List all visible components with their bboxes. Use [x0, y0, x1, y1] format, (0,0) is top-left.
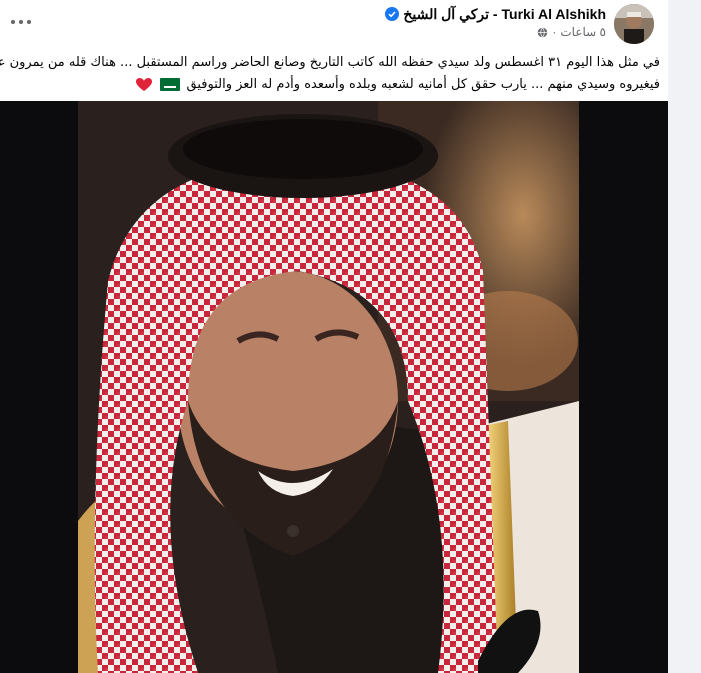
red-heart-emoji — [136, 77, 153, 91]
post-meta-row: ٥ ساعات · — [537, 24, 606, 40]
post-body: في مثل هذا اليوم ٣١ اغسطس ولد سيدي حفظه … — [0, 52, 660, 96]
author-name[interactable]: Turki Al Alshikh - تركي آل الشيخ — [403, 6, 606, 23]
post-text-line-2: فيغيروه وسيدي منهم ... يارب حقق كل أماني… — [186, 77, 660, 92]
verified-badge-icon — [385, 7, 400, 21]
post-text-line-2-wrap: فيغيروه وسيدي منهم ... يارب حقق كل أماني… — [6, 74, 660, 96]
post-timestamp[interactable]: ٥ ساعات — [560, 25, 606, 39]
saudi-flag-emoji — [160, 78, 181, 91]
author-avatar[interactable] — [614, 4, 654, 44]
post-text-line-1: في مثل هذا اليوم ٣١ اغسطس ولد سيدي حفظه … — [0, 55, 660, 70]
globe-icon[interactable] — [537, 27, 548, 38]
post-card: Turki Al Alshikh - تركي آل الشيخ ٥ ساعات… — [0, 0, 668, 673]
feed-background-strip — [668, 0, 701, 673]
author-name-row: Turki Al Alshikh - تركي آل الشيخ — [385, 5, 606, 23]
meta-separator: · — [552, 25, 557, 39]
post-photo[interactable] — [0, 101, 668, 673]
post-header: Turki Al Alshikh - تركي آل الشيخ ٥ ساعات… — [0, 0, 668, 48]
portrait-photo — [78, 101, 579, 673]
avatar-image — [614, 4, 654, 44]
more-options-icon[interactable] — [4, 8, 38, 36]
